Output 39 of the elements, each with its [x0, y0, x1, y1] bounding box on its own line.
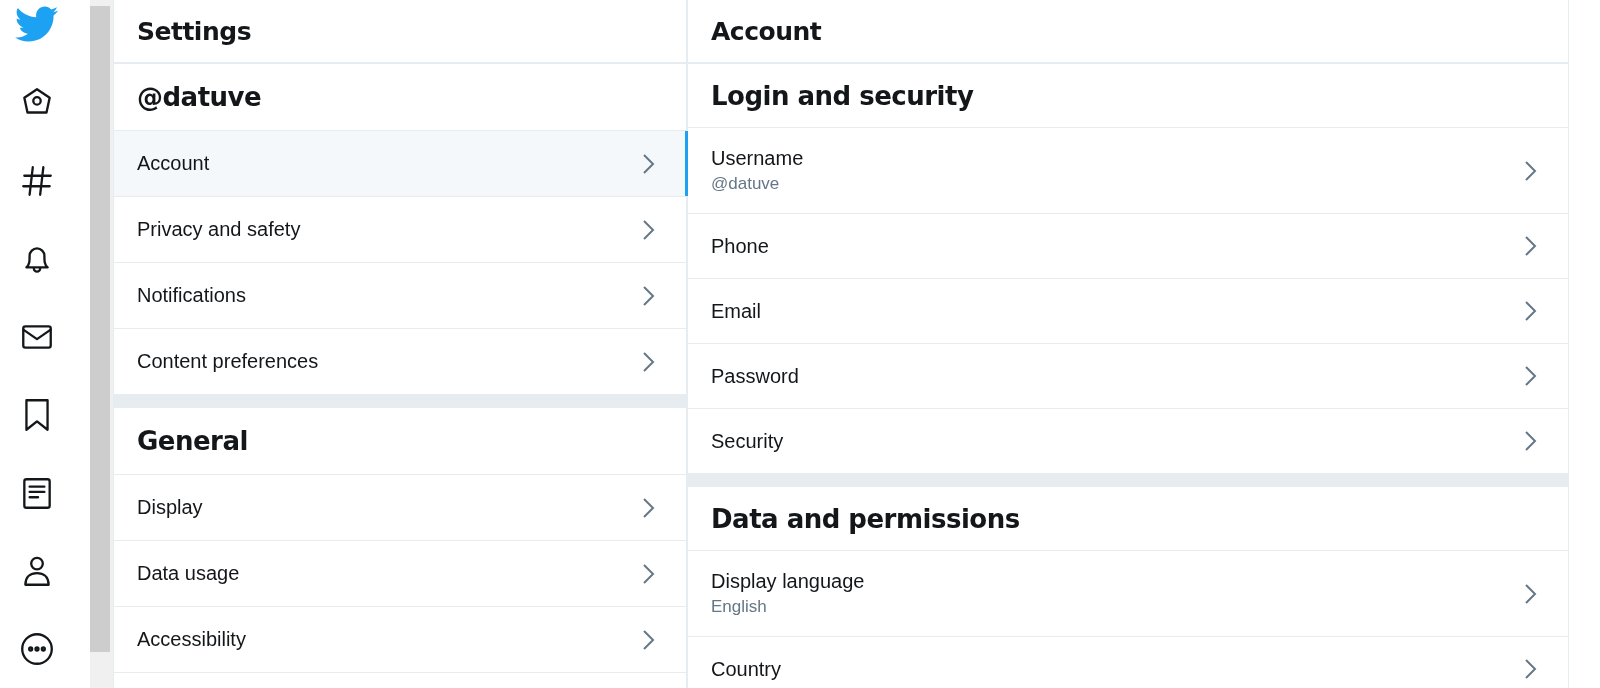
chevron-icon: [1524, 582, 1538, 605]
row-label: Display: [137, 496, 204, 519]
chevron-icon: [642, 218, 656, 241]
row-label: Accessibility: [137, 628, 247, 651]
row-label: Security: [711, 429, 785, 453]
section-heading: @datuve: [137, 82, 262, 112]
chevron-icon: [1524, 658, 1538, 680]
settings-row[interactable]: Account: [114, 131, 686, 197]
section-heading: Login and security: [711, 80, 974, 111]
row-label: Data usage: [137, 562, 241, 585]
chevron-icon: [1524, 159, 1538, 182]
chevron-icon: [642, 496, 656, 519]
column-title: Settings: [137, 16, 251, 46]
row-label: Password: [711, 364, 800, 388]
row-label: Email: [711, 299, 762, 323]
section-heading: General: [137, 426, 248, 456]
row-label: Privacy and safety: [137, 218, 302, 241]
chevron-icon: [642, 628, 656, 651]
row-label: Username: [711, 147, 805, 170]
chevron-icon: [642, 350, 656, 373]
chevron-icon: [1524, 365, 1538, 387]
row-label: Content preferences: [137, 350, 320, 373]
row-label: Phone: [711, 234, 770, 258]
chevron-icon: [1524, 235, 1538, 257]
row-label: Country: [711, 657, 783, 681]
chevron-icon: [642, 284, 656, 307]
column-title: Account: [711, 16, 822, 46]
scrollbar[interactable]: [90, 6, 110, 652]
row-value: @datuve: [711, 174, 781, 194]
row-value: English: [711, 597, 768, 617]
chevron-icon: [642, 152, 656, 175]
row-label: Notifications: [137, 284, 247, 307]
selection-indicator: [685, 131, 688, 196]
chevron-icon: [642, 562, 656, 585]
chevron-icon: [1524, 300, 1538, 322]
row-label: Account: [137, 152, 211, 175]
row-label: Display language: [711, 570, 866, 593]
section-heading: Data and permissions: [711, 503, 1020, 534]
chevron-icon: [1524, 430, 1538, 452]
